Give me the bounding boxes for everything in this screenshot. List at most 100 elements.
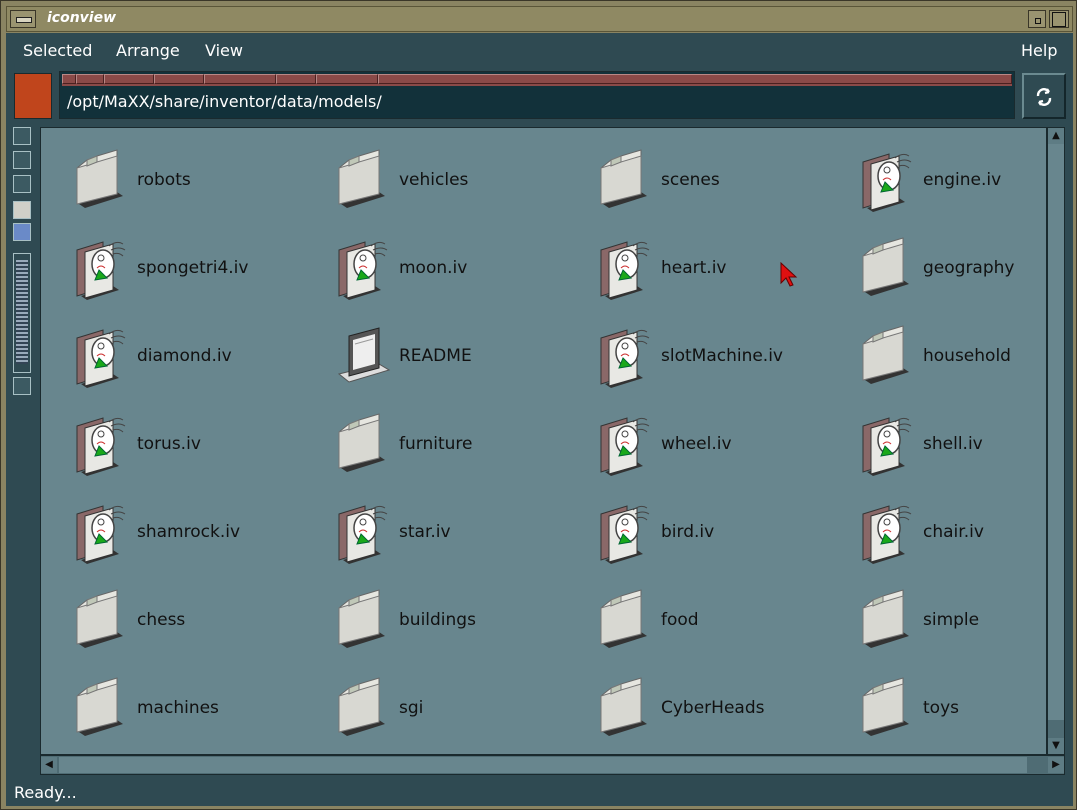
file-item[interactable]: simple (859, 586, 1046, 666)
minimize-button[interactable] (1028, 10, 1046, 28)
file-item[interactable]: torus.iv (73, 410, 333, 490)
maximize-button[interactable] (1049, 10, 1069, 28)
vertical-scrollbar[interactable]: ▲ ▼ (1047, 127, 1065, 755)
folder-icon[interactable] (597, 674, 657, 744)
slider-reset-icon[interactable] (13, 377, 31, 395)
file-item[interactable]: scenes (597, 146, 857, 226)
breadcrumb-segment[interactable] (316, 74, 378, 84)
file-item[interactable]: shamrock.iv (73, 498, 333, 578)
file-item[interactable]: diamond.iv (73, 322, 333, 402)
breadcrumb-segment[interactable] (154, 74, 204, 84)
face-icon[interactable] (13, 201, 31, 219)
inventor-file-icon[interactable] (597, 234, 657, 304)
breadcrumb-segment[interactable] (204, 74, 276, 84)
file-item-label[interactable]: engine.iv (923, 170, 1001, 190)
title-bar[interactable]: iconview (6, 6, 1073, 32)
file-type-icon[interactable] (13, 223, 31, 241)
refresh-button[interactable] (1022, 73, 1066, 119)
file-item-label[interactable]: torus.iv (137, 434, 201, 454)
folder-icon[interactable] (597, 586, 657, 656)
inventor-file-icon[interactable] (335, 498, 395, 568)
file-item[interactable]: slotMachine.iv (597, 322, 857, 402)
file-item-label[interactable]: slotMachine.iv (661, 346, 783, 366)
file-item[interactable]: household (859, 322, 1046, 402)
horizontal-scroll-thumb[interactable] (59, 757, 1027, 773)
file-item[interactable]: CyberHeads (597, 674, 857, 754)
file-item-label[interactable]: simple (923, 610, 979, 630)
file-item-label[interactable]: furniture (399, 434, 472, 454)
folder-icon[interactable] (73, 146, 133, 216)
menu-help[interactable]: Help (1021, 41, 1057, 60)
inventor-file-icon[interactable] (73, 234, 133, 304)
file-item[interactable]: spongetri4.iv (73, 234, 333, 314)
file-item[interactable]: engine.iv (859, 146, 1046, 226)
file-item[interactable]: furniture (335, 410, 595, 490)
inventor-file-icon[interactable] (859, 410, 919, 480)
file-item[interactable]: buildings (335, 586, 595, 666)
horizontal-scrollbar[interactable]: ◀ ▶ (40, 755, 1065, 775)
file-item[interactable]: moon.iv (335, 234, 595, 314)
file-item-label[interactable]: star.iv (399, 522, 451, 542)
file-item[interactable]: heart.iv (597, 234, 857, 314)
file-item-label[interactable]: buildings (399, 610, 476, 630)
scroll-up-arrow-icon[interactable]: ▲ (1048, 128, 1064, 144)
menu-arrange[interactable]: Arrange (116, 41, 180, 60)
inventor-file-icon[interactable] (73, 410, 133, 480)
file-item-label[interactable]: household (923, 346, 1011, 366)
scroll-right-arrow-icon[interactable]: ▶ (1048, 757, 1064, 773)
file-item[interactable]: bird.iv (597, 498, 857, 578)
scroll-left-arrow-icon[interactable]: ◀ (41, 757, 57, 773)
file-item[interactable]: geography (859, 234, 1046, 314)
icon-view-area[interactable]: robots vehicles scenes engine.iv spongetri4.… (40, 127, 1047, 755)
file-item[interactable]: toys (859, 674, 1046, 754)
breadcrumb-segment[interactable] (276, 74, 316, 84)
slider-thumb[interactable] (16, 260, 28, 364)
breadcrumb-segment[interactable] (378, 74, 1012, 84)
file-item-label[interactable]: robots (137, 170, 191, 190)
file-item-label[interactable]: machines (137, 698, 219, 718)
file-item-label[interactable]: toys (923, 698, 959, 718)
file-item-label[interactable]: bird.iv (661, 522, 714, 542)
file-item[interactable]: chair.iv (859, 498, 1046, 578)
folder-icon[interactable] (597, 146, 657, 216)
menu-view[interactable]: View (205, 41, 243, 60)
file-item[interactable]: sgi (335, 674, 595, 754)
file-item-label[interactable]: wheel.iv (661, 434, 732, 454)
folder-icon[interactable] (859, 234, 919, 304)
inventor-file-icon[interactable] (597, 498, 657, 568)
inventor-file-icon[interactable] (73, 498, 133, 568)
file-item-label[interactable]: README (399, 346, 472, 366)
file-item[interactable]: wheel.iv (597, 410, 857, 490)
file-item-label[interactable]: geography (923, 258, 1014, 278)
folder-icon[interactable] (859, 586, 919, 656)
inventor-file-icon[interactable] (859, 146, 919, 216)
file-item[interactable]: README (335, 322, 595, 402)
file-item[interactable]: star.iv (335, 498, 595, 578)
folder-icon[interactable] (335, 674, 395, 744)
file-item-label[interactable]: shell.iv (923, 434, 983, 454)
large-icons-view-icon[interactable] (13, 127, 31, 145)
breadcrumb-segment[interactable] (104, 74, 154, 84)
file-item-label[interactable]: spongetri4.iv (137, 258, 248, 278)
file-item[interactable]: robots (73, 146, 333, 226)
folder-icon[interactable] (73, 586, 133, 656)
breadcrumb-segment[interactable] (62, 74, 76, 84)
file-item-label[interactable]: heart.iv (661, 258, 727, 278)
file-item[interactable]: machines (73, 674, 333, 754)
file-item-label[interactable]: food (661, 610, 699, 630)
text-file-icon[interactable] (335, 322, 395, 392)
list-view-icon[interactable] (13, 151, 31, 169)
icon-size-slider[interactable] (13, 253, 31, 373)
file-item-label[interactable]: sgi (399, 698, 423, 718)
file-item-label[interactable]: scenes (661, 170, 720, 190)
folder-icon[interactable] (859, 674, 919, 744)
inventor-file-icon[interactable] (73, 322, 133, 392)
vertical-scroll-thumb[interactable] (1048, 144, 1064, 720)
file-item-label[interactable]: chess (137, 610, 185, 630)
color-swatch[interactable] (14, 73, 52, 119)
folder-icon[interactable] (335, 410, 395, 480)
folder-icon[interactable] (73, 674, 133, 744)
inventor-file-icon[interactable] (859, 498, 919, 568)
folder-icon[interactable] (335, 586, 395, 656)
window-menu-button[interactable] (10, 10, 36, 28)
